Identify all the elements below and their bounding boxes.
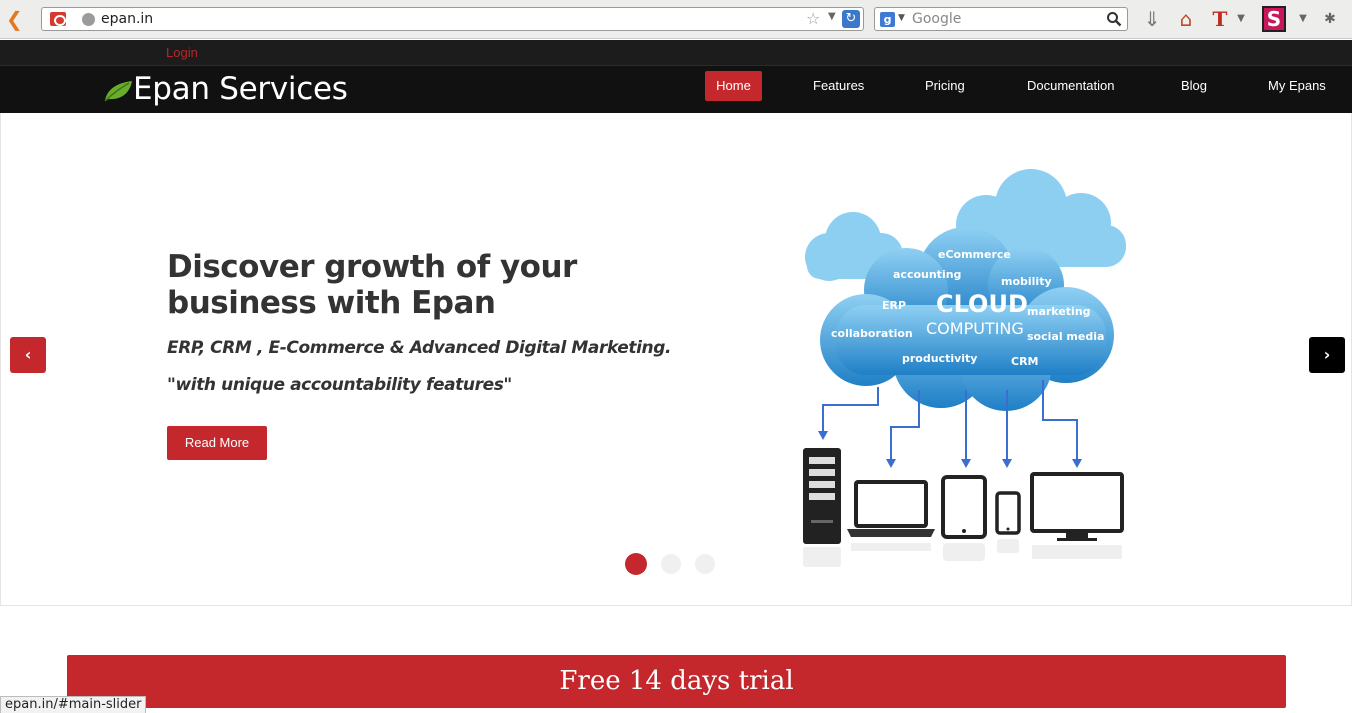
nav-home[interactable]: Home [705, 71, 762, 101]
cloud-term: ERP [882, 299, 906, 312]
site-identity-icon[interactable] [50, 12, 66, 26]
nav-pricing[interactable]: Pricing [915, 71, 975, 101]
slider-prev-button[interactable]: ‹ [10, 337, 46, 373]
translate-t-icon[interactable]: T [1208, 7, 1232, 31]
home-icon[interactable]: ⌂ [1174, 7, 1198, 31]
s-dropdown-icon[interactable]: ▼ [1296, 7, 1310, 31]
cloud-term: accounting [893, 268, 961, 281]
bookmark-star-icon[interactable]: ☆ [806, 9, 820, 28]
nav-my-epans[interactable]: My Epans [1258, 71, 1336, 101]
download-icon[interactable]: ⇓ [1140, 7, 1164, 31]
slider-next-button[interactable]: › [1309, 337, 1345, 373]
monitor-icon [1030, 472, 1124, 533]
tablet-icon [941, 475, 987, 539]
t-dropdown-icon[interactable]: ▼ [1234, 7, 1248, 31]
hero-subline: ERP, CRM , E-Commerce & Advanced Digital… [167, 338, 672, 358]
hero-headline: Discover growth of your business with Ep… [167, 249, 577, 321]
phone-icon [995, 491, 1021, 535]
cloud-title: CLOUD [936, 290, 1028, 318]
nav-features[interactable]: Features [803, 71, 874, 101]
cloud-term: marketing [1027, 305, 1091, 318]
status-url: epan.in/#main-slider [0, 696, 147, 713]
s-extension-icon[interactable]: S [1262, 6, 1286, 32]
google-engine-icon[interactable]: g [880, 12, 895, 27]
main-navbar: Epan Services Home Features Pricing Docu… [0, 65, 1352, 113]
cloud-term: mobility [1001, 275, 1052, 288]
url-text[interactable]: epan.in [101, 11, 153, 27]
cloud-term: eCommerce [938, 248, 1011, 261]
read-more-button[interactable]: Read More [167, 426, 267, 460]
globe-icon [82, 13, 95, 26]
address-bar[interactable]: epan.in ☆ ▼ ↻ [41, 7, 864, 31]
search-bar[interactable]: g ▼ Google [874, 7, 1128, 31]
hero-quote: "with unique accountability features" [167, 375, 512, 395]
device-reflections [803, 539, 1122, 567]
leaf-logo-icon [104, 81, 132, 102]
cloud-term: social media [1027, 330, 1104, 343]
laptop-icon [854, 480, 928, 528]
chevron-left-icon: ‹ [24, 345, 32, 364]
brand-title[interactable]: Epan Services [133, 71, 348, 107]
login-link[interactable]: Login [166, 45, 198, 60]
cloud-term: collaboration [831, 327, 913, 340]
slide-indicator-1[interactable] [625, 553, 647, 575]
cloud-subtitle: COMPUTING [926, 319, 1024, 338]
arrow-heads [818, 431, 1082, 468]
magnifier-icon[interactable] [1106, 11, 1122, 27]
chevron-right-icon: › [1323, 345, 1331, 364]
cloud-computing-illustration: CLOUD COMPUTING eCommerce accounting mob… [803, 169, 1126, 567]
main-slider: Discover growth of your business with Ep… [0, 113, 1352, 606]
slide-indicator-3[interactable] [695, 554, 715, 574]
back-arrow-icon[interactable]: ❮ [6, 7, 28, 31]
reload-icon[interactable]: ↻ [842, 10, 860, 28]
cloud-term: productivity [902, 352, 977, 365]
nav-documentation[interactable]: Documentation [1017, 71, 1124, 101]
free-trial-button[interactable]: Free 14 days trial [67, 655, 1286, 708]
cloud-term: CRM [1011, 355, 1039, 368]
slide-indicator-2[interactable] [661, 554, 681, 574]
nav-blog[interactable]: Blog [1171, 71, 1217, 101]
history-dropdown-icon[interactable]: ▼ [828, 11, 836, 22]
browser-toolbar: ❮ epan.in ☆ ▼ ↻ g ▼ Google ⇓ ⌂ T ▼ S ▼ ✱ [0, 0, 1352, 39]
top-strip: Login [0, 40, 1352, 65]
bug-icon[interactable]: ✱ [1318, 7, 1342, 31]
engine-dropdown-icon[interactable]: ▼ [898, 13, 905, 23]
search-input[interactable]: Google [912, 11, 961, 27]
